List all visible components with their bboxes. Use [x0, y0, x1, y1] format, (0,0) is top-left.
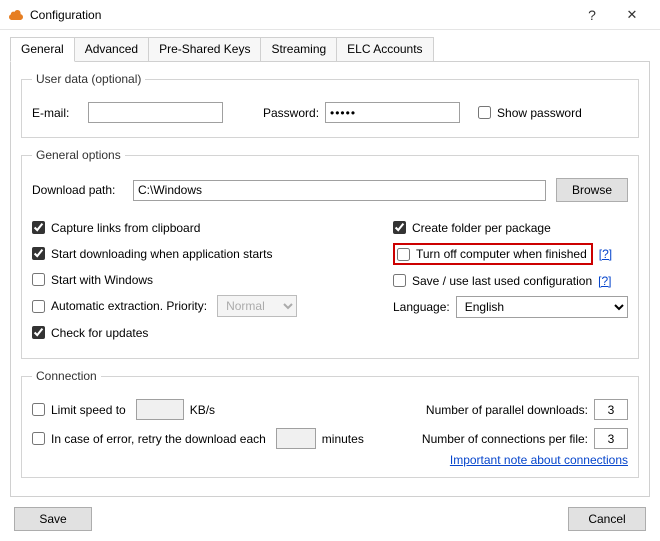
- turn-off-checkbox[interactable]: Turn off computer when finished: [397, 247, 587, 261]
- language-label: Language:: [393, 300, 450, 314]
- priority-select: Normal: [217, 295, 297, 317]
- tab-general[interactable]: General: [10, 37, 75, 62]
- email-label: E-mail:: [32, 106, 82, 120]
- show-password-label: Show password: [497, 106, 582, 120]
- check-updates-checkbox[interactable]: Check for updates: [32, 326, 148, 340]
- download-path-label: Download path:: [32, 183, 127, 197]
- user-data-group: User data (optional) E-mail: Password: S…: [21, 72, 639, 138]
- connections-note-link[interactable]: Important note about connections: [450, 453, 628, 467]
- tab-psk[interactable]: Pre-Shared Keys: [148, 37, 261, 62]
- close-icon[interactable]: ✕: [612, 1, 652, 29]
- email-field[interactable]: [88, 102, 223, 123]
- create-folder-checkbox[interactable]: Create folder per package: [393, 221, 551, 235]
- user-data-legend: User data (optional): [32, 72, 145, 86]
- turn-off-help-link[interactable]: [?]: [599, 247, 612, 261]
- tab-strip: General Advanced Pre-Shared Keys Streami…: [10, 36, 650, 61]
- start-with-windows-checkbox[interactable]: Start with Windows: [32, 273, 153, 287]
- cancel-button[interactable]: Cancel: [568, 507, 646, 531]
- app-icon: [8, 7, 24, 23]
- tab-advanced[interactable]: Advanced: [74, 37, 149, 62]
- browse-button[interactable]: Browse: [556, 178, 628, 202]
- kbs-label: KB/s: [190, 403, 215, 417]
- language-select[interactable]: English: [456, 296, 628, 318]
- general-options-legend: General options: [32, 148, 125, 162]
- connection-legend: Connection: [32, 369, 101, 383]
- show-password-input[interactable]: [478, 106, 491, 119]
- tab-elc[interactable]: ELC Accounts: [336, 37, 433, 62]
- save-last-help-link[interactable]: [?]: [598, 274, 611, 288]
- connections-per-file-label: Number of connections per file:: [422, 432, 588, 446]
- parallel-downloads-label: Number of parallel downloads:: [426, 403, 588, 417]
- connection-group: Connection Limit speed to KB/s Number of…: [21, 369, 639, 478]
- connections-per-file-field[interactable]: [594, 428, 628, 449]
- tab-streaming[interactable]: Streaming: [260, 37, 337, 62]
- limit-speed-field: [136, 399, 184, 420]
- start-download-checkbox[interactable]: Start downloading when application start…: [32, 247, 272, 261]
- help-button[interactable]: ?: [572, 1, 612, 29]
- save-last-config-checkbox[interactable]: Save / use last used configuration: [393, 274, 592, 288]
- dialog-buttons: Save Cancel: [0, 503, 660, 541]
- retry-checkbox[interactable]: In case of error, retry the download eac…: [32, 432, 266, 446]
- password-field[interactable]: [325, 102, 460, 123]
- limit-speed-checkbox[interactable]: Limit speed to: [32, 403, 126, 417]
- tab-page-general: User data (optional) E-mail: Password: S…: [10, 61, 650, 497]
- download-path-field[interactable]: [133, 180, 546, 201]
- retry-minutes-field: [276, 428, 316, 449]
- password-label: Password:: [263, 106, 319, 120]
- show-password-checkbox[interactable]: Show password: [478, 106, 582, 120]
- auto-extract-checkbox[interactable]: Automatic extraction. Priority:: [32, 299, 207, 313]
- turn-off-highlight: Turn off computer when finished: [393, 243, 593, 265]
- window-title: Configuration: [30, 8, 572, 22]
- general-options-group: General options Download path: Browse Ca…: [21, 148, 639, 359]
- parallel-downloads-field[interactable]: [594, 399, 628, 420]
- capture-links-checkbox[interactable]: Capture links from clipboard: [32, 221, 200, 235]
- title-bar: Configuration ? ✕: [0, 0, 660, 30]
- minutes-label: minutes: [322, 432, 364, 446]
- save-button[interactable]: Save: [14, 507, 92, 531]
